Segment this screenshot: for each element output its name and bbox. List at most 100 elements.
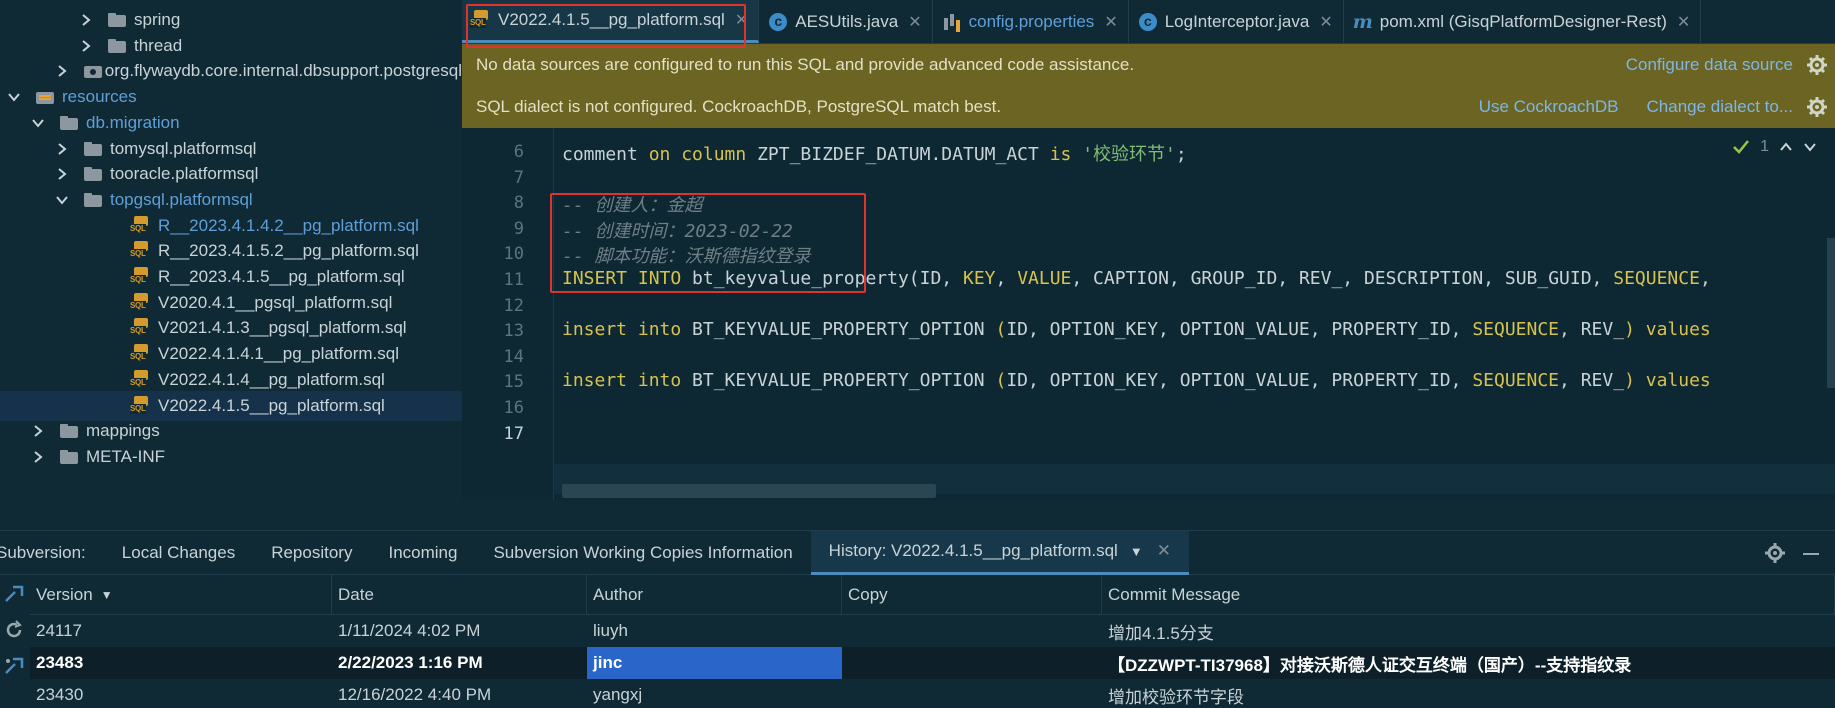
chevron-right-icon[interactable] [80, 39, 92, 52]
tree-item-label: db.migration [86, 112, 180, 132]
code-editor[interactable]: 6 7 8 9 10 11 12 13 14 15 16 17 comment on column Z… [462, 128, 1835, 500]
sql-file-icon [130, 292, 152, 313]
subversion-tab-label: Subversion: [0, 542, 86, 562]
folder-icon [58, 449, 80, 465]
subversion-tab-label: Subversion Working Copies Information [493, 542, 793, 562]
dropdown-arrow-icon[interactable]: ▼ [1130, 544, 1143, 559]
subversion-tab[interactable]: Incoming [370, 531, 475, 575]
column-header[interactable]: Copy [842, 575, 1102, 614]
code-line-13[interactable]: insert into BT_KEYVALUE_PROPERTY_OPTION … [562, 319, 1711, 340]
close-icon[interactable]: ✕ [1157, 541, 1171, 561]
code-line-15[interactable]: insert into BT_KEYVALUE_PROPERTY_OPTION … [562, 370, 1711, 391]
column-header[interactable]: Date [332, 575, 587, 614]
sql-file-icon [130, 267, 152, 287]
close-icon[interactable]: ✕ [1104, 12, 1117, 32]
line-number: 16 [503, 398, 524, 418]
check-icon [1733, 140, 1750, 154]
subversion-tab-bar: Subversion: Local Changes Repository Incomi… [0, 530, 1835, 575]
editor-tab[interactable]: AESUtils.java ✕ [759, 0, 933, 43]
column-header[interactable]: Version ▼ [30, 575, 332, 614]
table-row[interactable]: 23483 2/22/2023 1:16 PM jinc 【DZZWPT-TI3796… [30, 647, 1835, 679]
close-icon[interactable]: ✕ [735, 10, 748, 30]
close-icon[interactable]: ✕ [908, 12, 921, 32]
change-dialect-link[interactable]: Change dialect to... [1647, 97, 1793, 117]
chevron-down-icon[interactable] [8, 91, 20, 103]
chevron-right-icon[interactable] [56, 168, 68, 180]
configure-data-source-link[interactable]: Configure data source [1626, 55, 1793, 75]
minimize-icon[interactable] [1801, 543, 1821, 563]
tree-item-label: resources [62, 87, 137, 107]
maven-icon [1352, 11, 1374, 33]
column-header[interactable]: Commit Message [1102, 575, 1835, 614]
close-icon[interactable]: ✕ [1319, 12, 1332, 32]
resources-folder-icon [34, 89, 56, 105]
line-number: 8 [513, 193, 524, 213]
gear-icon[interactable] [1807, 97, 1827, 117]
code-line-8[interactable]: -- 创建人：金超 [562, 191, 703, 217]
editor-tab[interactable]: LogInterceptor.java ✕ [1129, 0, 1344, 43]
column-header-label: Commit Message [1108, 584, 1241, 604]
sql-file-icon [130, 344, 152, 364]
tree-item-label: R__2023.4.1.4.2__pg_platform.sql [158, 215, 419, 235]
chevron-right-icon[interactable] [80, 14, 92, 26]
chevron-down-icon[interactable] [1803, 140, 1817, 154]
tree-item-label: spring [134, 10, 181, 29]
inspection-widget[interactable]: 1 [1732, 138, 1817, 156]
compare-icon[interactable] [3, 583, 25, 605]
code-line-10[interactable]: -- 脚本功能：沃斯德指纹登录 [562, 242, 811, 268]
chevron-up-icon[interactable] [1779, 140, 1793, 154]
code-line-6[interactable]: comment on column ZPT_BIZDEF_DATUM.DATUM… [562, 140, 1187, 166]
horizontal-scrollbar[interactable] [562, 484, 936, 498]
close-icon[interactable]: ✕ [1677, 12, 1690, 32]
editor-tab[interactable]: V2022.4.1.5__pg_platform.sql ✕ [462, 0, 760, 43]
subversion-tab[interactable]: Repository [253, 531, 370, 575]
chevron-down-icon[interactable] [56, 194, 68, 206]
java-class-icon [1137, 12, 1159, 32]
banner-message: SQL dialect is not configured. Cockroach… [476, 97, 1002, 116]
use-cockroachdb-link[interactable]: Use CockroachDB [1479, 97, 1619, 117]
history-table: Version ▼ Date Author Copy Commit Message 2411… [30, 575, 1835, 708]
refresh-icon[interactable] [3, 619, 25, 641]
subversion-tab[interactable]: History: V2022.4.1.5__pg_platform.sql ▼ ✕ [810, 530, 1189, 575]
vertical-scrollbar[interactable] [1827, 238, 1835, 388]
subversion-tab[interactable]: Subversion Working Copies Information [475, 531, 810, 575]
tree-item-label: V2022.4.1.4__pg_platform.sql [158, 369, 385, 389]
tree-item-label: mappings [86, 421, 160, 441]
tree-item-label: V2020.4.1__pgsql_platform.sql [158, 292, 393, 312]
editor-tab[interactable]: config.properties ✕ [933, 0, 1129, 43]
gear-icon[interactable] [1807, 55, 1827, 75]
chevron-right-icon[interactable] [56, 142, 68, 155]
merge-icon[interactable] [3, 655, 25, 677]
cell-author: yangxj [593, 685, 643, 704]
tree-item-label: org.flywaydb.core.internal.dbsupport.pos… [104, 61, 462, 81]
table-row[interactable]: 23430 12/16/2022 4:40 PM yangxj 增加校验环节字段 [30, 679, 1835, 708]
column-header-label: Author [593, 584, 644, 604]
folder-icon [106, 12, 128, 28]
subversion-tab[interactable]: Local Changes [104, 531, 253, 575]
sort-desc-icon[interactable]: ▼ [101, 588, 113, 602]
sql-file-icon [130, 369, 152, 390]
line-number: 6 [513, 142, 524, 162]
code-line-11[interactable]: INSERT INTO bt_keyvalue_property(ID, KEY… [562, 268, 1711, 289]
chevron-right-icon[interactable] [32, 425, 44, 437]
no-datasource-banner: No data sources are configured to run th… [462, 44, 1835, 86]
cell-version: 24117 [36, 621, 83, 640]
editor-tab[interactable]: pom.xml (GisqPlatformDesigner-Rest) ✕ [1344, 0, 1702, 43]
folder-icon [106, 38, 128, 54]
chevron-right-icon[interactable] [56, 65, 68, 78]
history-side-toolbar [0, 575, 30, 708]
chevron-right-icon[interactable] [32, 451, 44, 463]
code-line-9[interactable]: -- 创建时间：2023-02-22 [562, 217, 793, 243]
gear-icon[interactable] [1765, 543, 1785, 563]
cell-copy [842, 615, 1102, 647]
tree-item[interactable]: META-INF [0, 442, 462, 472]
tree-item-label: thread [134, 35, 183, 55]
chevron-down-icon[interactable] [32, 117, 44, 129]
table-row[interactable]: 24117 1/11/2024 4:02 PM liuyh 增加4.1.5分支 [30, 615, 1835, 647]
column-header[interactable]: Author [587, 575, 842, 614]
inspection-count: 1 [1760, 138, 1769, 155]
tab-label: config.properties [968, 11, 1095, 31]
